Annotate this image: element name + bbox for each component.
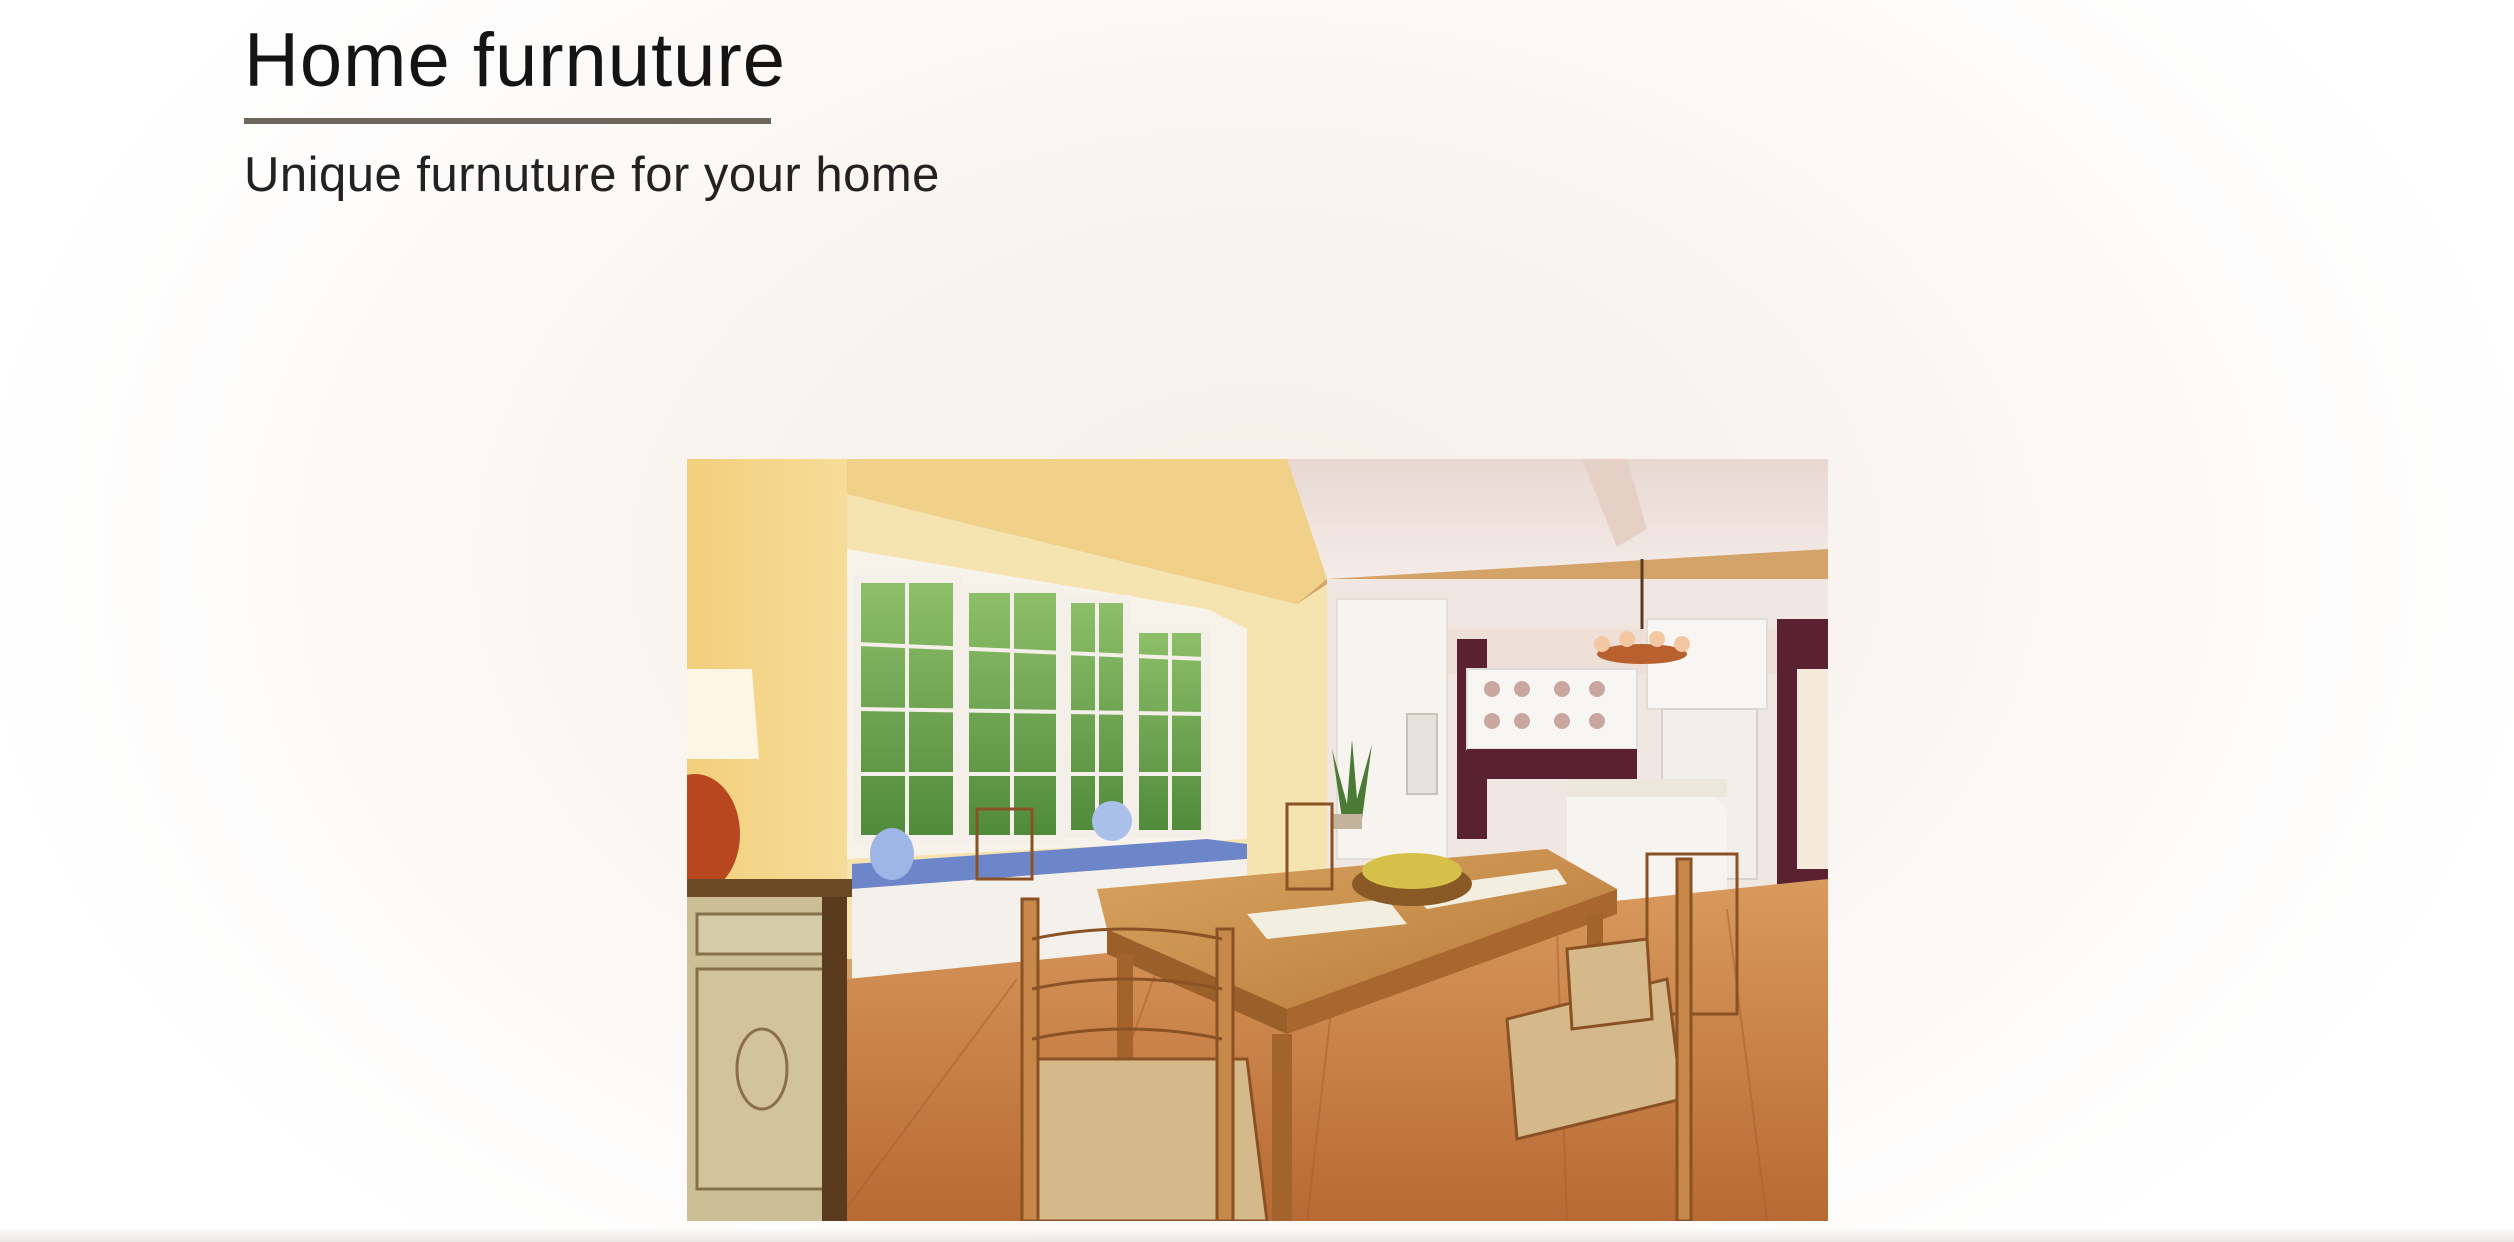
bottom-edge-shadow bbox=[0, 1228, 2514, 1242]
sideboard bbox=[687, 879, 852, 1221]
hero-image bbox=[687, 459, 1828, 1221]
page-header: Home furnuture Unique furnuture for your… bbox=[244, 0, 940, 204]
dining-room-photo bbox=[687, 459, 1828, 1221]
page-title: Home furnuture bbox=[244, 18, 787, 103]
title-underline bbox=[244, 118, 771, 124]
page-subtitle: Unique furnuture for your home bbox=[244, 148, 940, 202]
